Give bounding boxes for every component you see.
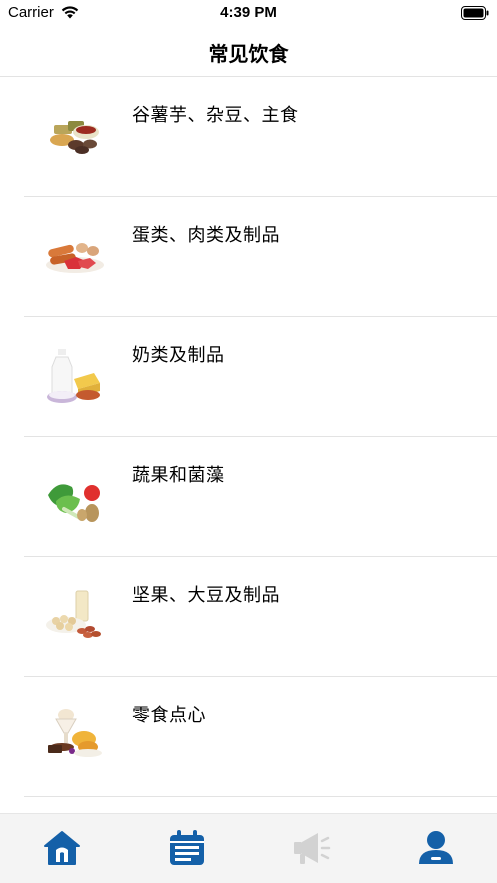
- dairy-icon: [42, 345, 108, 411]
- home-icon: [43, 829, 81, 871]
- list-item-label: 谷薯芋、杂豆、主食: [132, 105, 299, 126]
- vegetables-fruit-icon: [42, 465, 108, 531]
- list-item-label: 零食点心: [132, 705, 206, 726]
- page-title: 常见饮食: [208, 42, 289, 66]
- tab-calendar[interactable]: [167, 830, 207, 870]
- list-item-dairy[interactable]: 奶类及制品: [24, 317, 497, 437]
- nuts-soy-icon: [42, 585, 108, 651]
- tab-bar: [0, 813, 497, 883]
- list-item-label: 坚果、大豆及制品: [132, 585, 280, 606]
- tab-announcements[interactable]: [292, 830, 332, 870]
- meat-eggs-icon: [42, 225, 108, 291]
- profile-icon: [417, 829, 455, 871]
- list-item-vegetables[interactable]: 蔬果和菌藻: [24, 437, 497, 557]
- list-item-snacks[interactable]: 零食点心: [24, 677, 497, 797]
- category-list: 谷薯芋、杂豆、主食 蛋类、肉类及制品 奶类及制品 蔬果和菌藻 坚果、大豆及制品 …: [24, 77, 497, 797]
- list-item-grains[interactable]: 谷薯芋、杂豆、主食: [24, 77, 497, 197]
- navigation-bar: 常见饮食: [0, 26, 497, 77]
- list-item-label: 蔬果和菌藻: [132, 465, 225, 486]
- calendar-icon: [168, 829, 206, 871]
- list-item-label: 蛋类、肉类及制品: [132, 225, 280, 246]
- grains-food-icon: [42, 105, 108, 171]
- megaphone-icon: [292, 829, 332, 871]
- snacks-icon: [42, 705, 108, 771]
- tab-profile[interactable]: [416, 830, 456, 870]
- tab-home[interactable]: [42, 830, 82, 870]
- list-item-label: 奶类及制品: [132, 345, 225, 366]
- clock-label: 4:39 PM: [220, 4, 277, 21]
- list-item-meat-eggs[interactable]: 蛋类、肉类及制品: [24, 197, 497, 317]
- status-bar: Carrier 4:39 PM: [0, 0, 497, 26]
- list-item-nuts-soy[interactable]: 坚果、大豆及制品: [24, 557, 497, 677]
- battery-icon: [461, 5, 489, 24]
